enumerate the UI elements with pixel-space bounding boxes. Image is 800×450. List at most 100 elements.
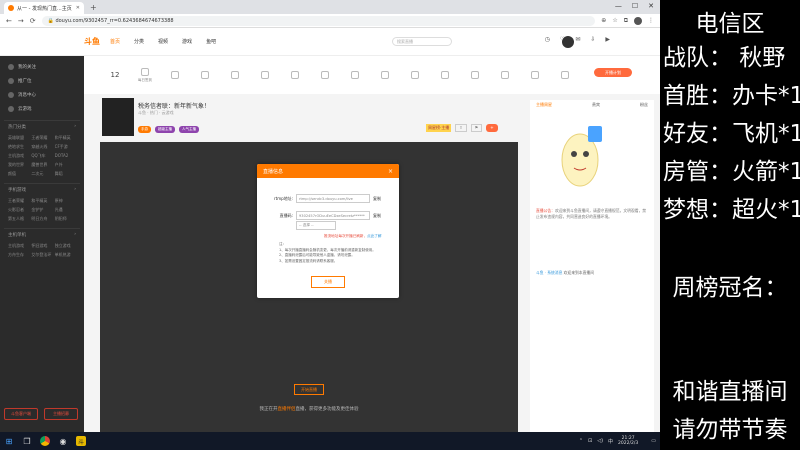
sidebar-cat[interactable]: 阴阳师 (55, 216, 76, 222)
back-icon[interactable]: ← (6, 17, 12, 25)
strip-item[interactable] (286, 71, 304, 79)
new-tab-button[interactable]: + (90, 2, 97, 14)
strip-item[interactable] (316, 71, 334, 79)
sidebar-cat[interactable]: 和平精英 (31, 198, 52, 204)
sidebar-cat[interactable]: 舞蹈 (55, 171, 76, 177)
sidebar-cat[interactable]: 怀旧游戏 (31, 243, 52, 249)
reload-icon[interactable]: ⟳ (30, 17, 36, 25)
extension-icon[interactable]: ⧉ (624, 17, 628, 25)
sidebar-cat[interactable]: CF手游 (55, 144, 76, 150)
nav-category[interactable]: 分类 (134, 38, 144, 45)
copy-key-button[interactable]: 复制 (373, 213, 381, 219)
sidebar-cat[interactable]: 颜值 (8, 171, 29, 177)
tray-arrow-icon[interactable]: ⌃ (579, 438, 583, 444)
strip-item[interactable] (226, 71, 244, 79)
share-icon[interactable]: ⇪ (455, 124, 467, 132)
profile-avatar[interactable] (634, 16, 642, 25)
companion-link[interactable]: 直播伴侣 (278, 407, 296, 412)
learn-more-link[interactable]: 点此了解 (367, 234, 381, 238)
strip-item[interactable] (466, 71, 484, 79)
sidebar-cat[interactable]: 火影忍者 (8, 207, 29, 213)
start-live-button[interactable]: 开始直播 (294, 384, 324, 395)
network-icon[interactable]: ⊡ (588, 438, 592, 444)
address-input[interactable]: 🔒 douyu.com/9302457_rr=0.624368467467338… (41, 15, 596, 26)
weekly-star-badge[interactable]: 周星榜·主播 (426, 124, 452, 132)
streamer-recruit-button[interactable]: 主播招募 (44, 408, 78, 420)
sidebar-cat[interactable]: QQ飞车 (31, 153, 52, 159)
copy-rtmp-button[interactable]: 复制 (373, 196, 381, 202)
windows-start-icon[interactable]: ⊞ (4, 436, 14, 446)
translate-icon[interactable]: ⊕ (601, 17, 606, 24)
strip-item[interactable] (346, 71, 364, 79)
strip-item[interactable] (556, 71, 574, 79)
maximize-icon[interactable]: ☐ (632, 2, 638, 10)
user-avatar[interactable] (562, 36, 574, 48)
line-select[interactable]: -- 选择 -- (296, 221, 336, 230)
strip-item[interactable] (376, 71, 394, 79)
sidebar-cat[interactable]: 主机游戏 (8, 243, 29, 249)
nav-games[interactable]: 游戏 (182, 38, 192, 45)
sidebar-cat[interactable]: 绝地求生 (8, 144, 29, 150)
sidebar-cat[interactable]: 二次元 (31, 171, 52, 177)
chrome-icon[interactable] (40, 436, 50, 446)
sidebar-cat[interactable]: 和平精英 (55, 135, 76, 141)
menu-dots-icon[interactable]: ⋮ (648, 17, 654, 24)
checkin-item[interactable]: 每日签到 (136, 67, 154, 83)
sidebar-item-promo[interactable]: 推广位 (4, 74, 80, 88)
strip-item[interactable] (496, 71, 514, 79)
sidebar-cat[interactable]: 光遇 (55, 207, 76, 213)
chevron-right-icon[interactable]: › (74, 232, 76, 238)
report-icon[interactable]: ⚑ (470, 124, 483, 132)
nav-fishbar[interactable]: 鱼吧 (206, 38, 216, 45)
system-clock[interactable]: 21:27 2022/2/3 (618, 436, 638, 446)
strip-item[interactable] (406, 71, 424, 79)
stop-stream-button[interactable]: 关播 (311, 276, 345, 288)
app-icon[interactable]: 斗 (76, 436, 86, 446)
tab-vip[interactable]: 贵宾 (592, 102, 600, 108)
sidebar-cat[interactable]: 原神 (55, 198, 76, 204)
sidebar-cat[interactable]: 英雄联盟 (8, 135, 29, 141)
sidebar-cat[interactable]: 单机热游 (55, 252, 76, 258)
forward-icon[interactable]: → (18, 17, 24, 25)
close-tab-icon[interactable]: ✕ (76, 5, 80, 11)
sidebar-cat[interactable]: 我的世界 (8, 162, 29, 168)
tab-weekly[interactable]: 主播周星 (536, 102, 552, 108)
sidebar-cat[interactable]: 户外 (55, 162, 76, 168)
chevron-right-icon[interactable]: › (74, 187, 76, 193)
sidebar-cat[interactable]: 独立游戏 (55, 243, 76, 249)
stream-key-field[interactable]: 9302457rODuuEeCDxeSecretz****** (296, 211, 370, 220)
message-icon[interactable]: ✉ (575, 36, 580, 43)
browser-tab[interactable]: 从一 - 发现热门直...主页 ✕ (4, 2, 84, 14)
notification-icon[interactable]: ▭ (651, 438, 656, 444)
room-tag[interactable]: 手游 (138, 126, 151, 133)
close-icon[interactable]: × (388, 168, 393, 175)
ime-icon[interactable]: 中 (608, 438, 613, 445)
sidebar-cat[interactable]: 主机游戏 (8, 153, 29, 159)
taskview-icon[interactable]: ❐ (22, 436, 32, 446)
sidebar-cat[interactable]: DOTA2 (55, 153, 76, 159)
sidebar-item-follow[interactable]: 我的关注 (4, 60, 80, 74)
sidebar-cat[interactable]: 穿越火线 (31, 144, 52, 150)
follow-button[interactable]: + (486, 124, 498, 132)
nav-home[interactable]: 首页 (110, 38, 120, 45)
chevron-right-icon[interactable]: › (74, 124, 76, 130)
sidebar-item-messages[interactable]: 消息中心 (4, 88, 80, 102)
sidebar-cat[interactable]: 明日方舟 (31, 216, 52, 222)
sidebar-cat[interactable]: 魔兽世界 (31, 162, 52, 168)
volume-icon[interactable]: ◁) (597, 438, 603, 444)
client-download-button[interactable]: 斗鱼客户端 (4, 408, 38, 420)
strip-item[interactable] (196, 71, 214, 79)
site-search-input[interactable]: 搜索直播 (392, 37, 452, 46)
download-icon[interactable]: ⇩ (590, 36, 595, 43)
room-tag[interactable]: 人气主播 (179, 126, 199, 133)
site-logo[interactable]: 斗鱼 (84, 36, 100, 47)
user-level[interactable]: 12 (106, 71, 124, 79)
sidebar-item-cloud[interactable]: 云游戏 (4, 102, 80, 116)
history-icon[interactable]: ◷ (545, 36, 550, 43)
rtmp-field[interactable]: rtmp://sendc3.douyu.com/live (296, 194, 370, 203)
obs-icon[interactable]: ◉ (58, 436, 68, 446)
sidebar-cat[interactable]: 王者荣耀 (31, 135, 52, 141)
bookmark-star-icon[interactable]: ☆ (612, 17, 617, 24)
minimize-icon[interactable]: — (615, 2, 622, 10)
strip-item[interactable] (526, 71, 544, 79)
